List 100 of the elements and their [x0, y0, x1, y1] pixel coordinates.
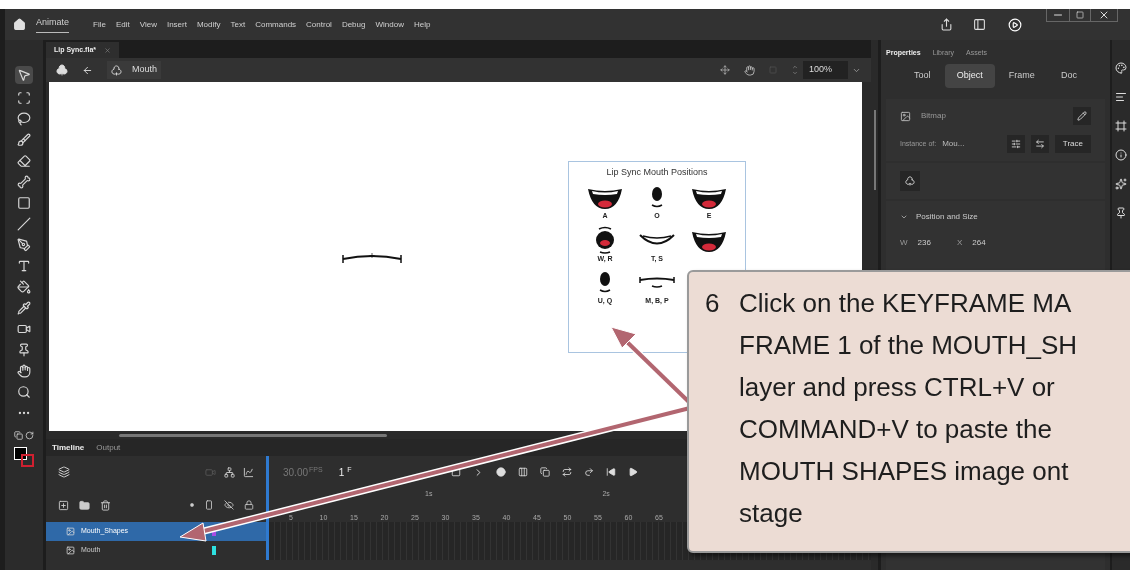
scene-icon[interactable]: [56, 64, 68, 76]
paint-bucket-icon[interactable]: [17, 280, 31, 294]
palette-icon[interactable]: [1115, 62, 1127, 74]
object-type: Bitmap: [921, 110, 946, 122]
zoom-tool-icon[interactable]: [17, 385, 31, 399]
new-layer-icon[interactable]: [58, 499, 69, 511]
eyedropper-icon[interactable]: [17, 301, 31, 315]
play-icon[interactable]: [1008, 17, 1022, 32]
outline-icon[interactable]: [204, 500, 214, 510]
color-swatches[interactable]: [14, 447, 34, 467]
hide-icon[interactable]: [224, 500, 234, 510]
swap-colors-icon[interactable]: [14, 431, 23, 440]
menu-item[interactable]: Help: [413, 18, 431, 31]
horizontal-scrollbar[interactable]: [119, 434, 387, 437]
motion-presets-icon[interactable]: [1115, 178, 1127, 190]
keyframe-icon[interactable]: [450, 467, 461, 477]
camera-tool-icon[interactable]: [17, 322, 31, 336]
chevron-down-icon: [900, 213, 908, 221]
menu-item[interactable]: Modify: [196, 18, 221, 31]
edit-button[interactable]: [1073, 107, 1091, 125]
arrow-tool-icon[interactable]: [17, 68, 31, 82]
menu-item[interactable]: Text: [230, 18, 246, 31]
mode-tab[interactable]: Frame: [996, 64, 1047, 88]
image-title: Lip Sync Mouth Positions: [606, 165, 708, 179]
mode-tab[interactable]: Object: [944, 64, 995, 88]
sliders-icon: [1010, 139, 1021, 149]
symbol-icon[interactable]: [111, 64, 122, 76]
back-icon[interactable]: [82, 64, 93, 76]
redo-icon[interactable]: [583, 467, 594, 477]
transform-icon[interactable]: [1115, 120, 1127, 132]
panel-layout-icon[interactable]: [973, 18, 986, 31]
play-icon[interactable]: [627, 467, 638, 477]
bone-tool-icon[interactable]: [17, 175, 31, 189]
share-icon[interactable]: [940, 18, 953, 31]
properties-button[interactable]: [1006, 135, 1025, 153]
symbol-breadcrumb[interactable]: Mouth: [107, 61, 161, 79]
mode-tab[interactable]: Doc: [1048, 64, 1089, 88]
menu-item[interactable]: Edit: [115, 18, 130, 31]
panel-tab[interactable]: Timeline: [52, 441, 85, 454]
field-label: X: [956, 237, 963, 249]
instruction-line: stage: [739, 497, 804, 530]
brush-tool-icon[interactable]: [17, 133, 31, 147]
symbol-button[interactable]: [900, 171, 920, 191]
layers-icon[interactable]: [58, 466, 70, 478]
swap-button[interactable]: [1030, 135, 1049, 153]
trace-button[interactable]: Trace: [1054, 135, 1091, 153]
center-stage-icon[interactable]: [720, 65, 730, 75]
graph-icon[interactable]: [243, 466, 254, 478]
layer-icon: [66, 527, 75, 536]
zoom-field[interactable]: 100%: [803, 61, 848, 79]
folder-icon[interactable]: [79, 499, 90, 511]
align-icon[interactable]: [1115, 91, 1127, 103]
rectangle-tool-icon[interactable]: [17, 196, 31, 210]
loop-icon[interactable]: [561, 467, 572, 477]
bitmap-icon: [900, 110, 911, 122]
mode-tab[interactable]: Tool: [902, 64, 943, 88]
field-value[interactable]: 236: [917, 237, 931, 249]
menu-item[interactable]: View: [139, 18, 157, 31]
field-value[interactable]: 264: [972, 237, 986, 249]
menu-item[interactable]: Window: [375, 18, 404, 31]
app-name: Animate: [36, 16, 70, 33]
text-tool-icon[interactable]: [17, 259, 31, 273]
onion-skin-icon[interactable]: [495, 467, 506, 477]
instruction-line: Click on the KEYFRAME MA: [739, 287, 1073, 320]
menu-item[interactable]: File: [93, 18, 106, 31]
step-number: 6: [705, 287, 721, 320]
menu-item[interactable]: Debug: [341, 18, 366, 31]
line-tool-icon[interactable]: [17, 217, 31, 231]
copy-icon[interactable]: [539, 467, 550, 477]
pen-tool-icon[interactable]: [17, 238, 31, 252]
delete-icon[interactable]: [100, 499, 111, 511]
field-label: W: [900, 237, 908, 249]
lasso-tool-icon[interactable]: [17, 112, 31, 126]
home-icon[interactable]: [13, 18, 26, 31]
hand-tool-icon[interactable]: [17, 364, 31, 378]
frame-value[interactable]: 1 $^{F}$: [338, 464, 352, 480]
vertical-scrollbar[interactable]: [873, 110, 876, 190]
eraser-tool-icon[interactable]: [17, 154, 31, 168]
reset-colors-icon[interactable]: [25, 431, 34, 440]
menu-item[interactable]: Commands: [255, 18, 297, 31]
instance-value[interactable]: Mou...: [942, 138, 965, 150]
info-icon[interactable]: [1115, 149, 1127, 161]
frames-icon[interactable]: [517, 467, 528, 477]
panel-tab[interactable]: Output: [96, 441, 121, 454]
layer-icon: [66, 546, 75, 555]
section-header[interactable]: Position and Size: [900, 211, 1091, 223]
lock-icon[interactable]: [244, 500, 254, 510]
transform-tool-icon[interactable]: [17, 91, 31, 105]
menu-item[interactable]: Control: [306, 18, 332, 31]
step-back-icon[interactable]: [605, 467, 616, 477]
instruction-line: COMMAND+V to paste the: [739, 413, 1053, 446]
instruction-line: MOUTH SHAPES image ont: [739, 455, 1070, 488]
parenting-icon[interactable]: [224, 466, 235, 478]
menu-item[interactable]: Insert: [166, 18, 187, 31]
pin-tool-icon[interactable]: [17, 343, 31, 357]
dot-icon[interactable]: [190, 503, 194, 507]
pencil-icon: [1077, 111, 1087, 121]
swap-icon: [1034, 139, 1045, 149]
instruction-line: layer and press CTRL+V or: [739, 371, 1056, 404]
instruction-line: FRAME 1 of the MOUTH_SH: [739, 329, 1078, 362]
